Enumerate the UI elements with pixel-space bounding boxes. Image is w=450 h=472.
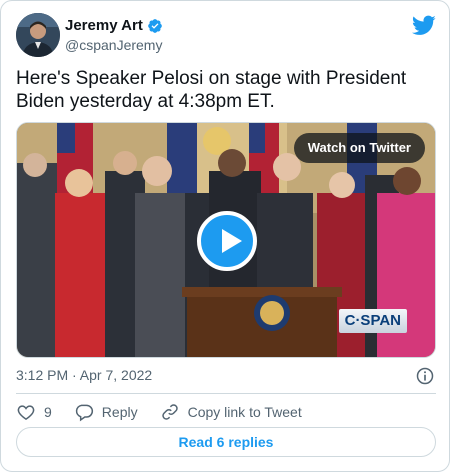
- twitter-bird-icon[interactable]: [412, 13, 436, 37]
- verified-badge-icon: [147, 18, 162, 33]
- tweet-timestamp[interactable]: 3:12 PM · Apr 7, 2022: [16, 367, 152, 383]
- watch-on-twitter-button[interactable]: Watch on Twitter: [293, 133, 425, 163]
- author-name[interactable]: Jeremy Art: [65, 17, 143, 34]
- copy-link-label: Copy link to Tweet: [187, 404, 302, 420]
- action-bar: 9 Reply Copy link to Tweet: [16, 401, 302, 423]
- reply-button[interactable]: Reply: [74, 402, 138, 422]
- author-handle[interactable]: @cspanJeremy: [65, 37, 162, 53]
- heart-icon: [17, 405, 35, 420]
- reply-label: Reply: [101, 404, 138, 420]
- like-count: 9: [44, 404, 52, 420]
- play-icon[interactable]: [197, 211, 257, 271]
- video-player[interactable]: Watch on Twitter C·SPAN: [16, 122, 436, 358]
- divider: [16, 393, 436, 394]
- author-name-row: Jeremy Art: [65, 17, 163, 34]
- reply-bubble-icon: [75, 404, 93, 422]
- read-replies-button[interactable]: Read 6 replies: [16, 427, 436, 457]
- link-icon: [161, 404, 178, 420]
- tweet-card: Jeremy Art @cspanJeremy Here's Speaker P…: [0, 0, 450, 472]
- info-icon[interactable]: [415, 366, 435, 386]
- avatar[interactable]: [16, 13, 60, 57]
- cspan-watermark: C·SPAN: [338, 309, 407, 333]
- tweet-text: Here's Speaker Pelosi on stage with Pres…: [16, 68, 407, 112]
- like-button[interactable]: 9: [16, 402, 52, 422]
- copy-link-button[interactable]: Copy link to Tweet: [160, 402, 302, 422]
